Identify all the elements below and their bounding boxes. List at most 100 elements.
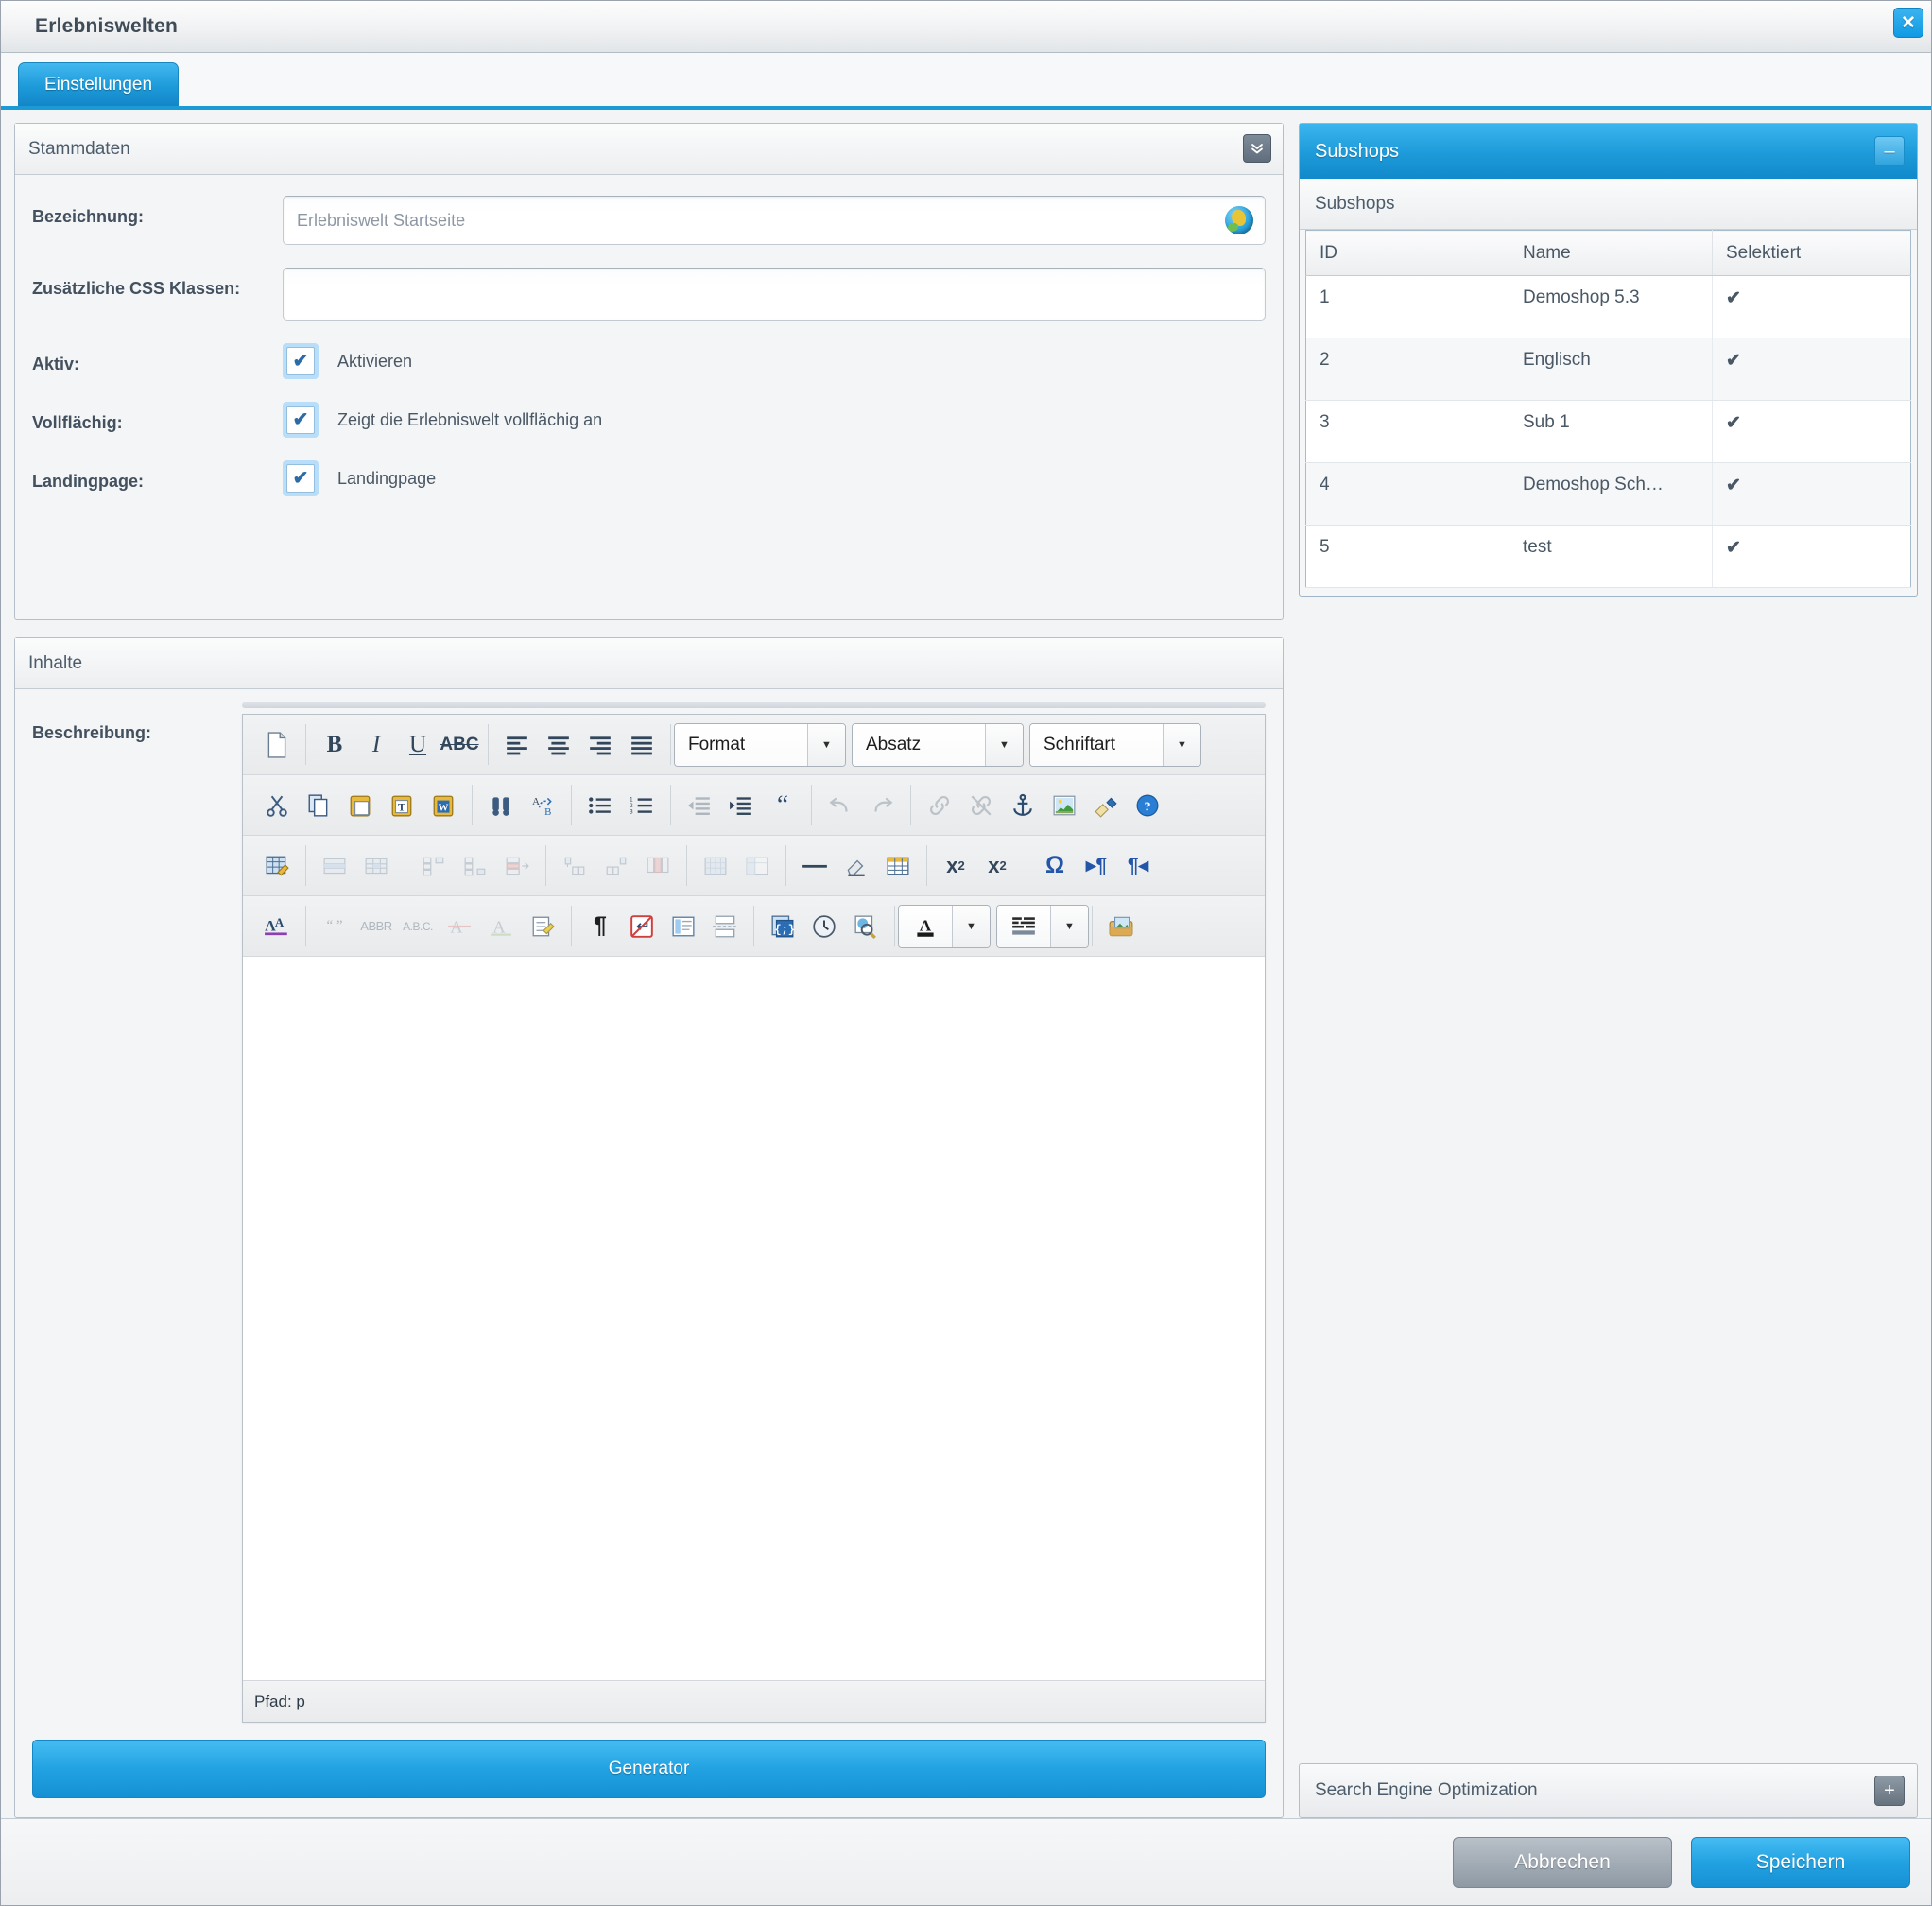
preview-icon[interactable] xyxy=(846,907,886,946)
horizontal-rule-icon[interactable] xyxy=(795,846,835,886)
image-icon[interactable] xyxy=(1044,786,1084,825)
tab-einstellungen[interactable]: Einstellungen xyxy=(18,62,179,106)
schriftart-select[interactable]: Schriftart ▼ xyxy=(1029,722,1201,767)
editor-resize-handle[interactable] xyxy=(242,702,1266,708)
attributes-icon[interactable] xyxy=(523,907,562,946)
indent-icon[interactable] xyxy=(721,786,761,825)
delete-text-icon[interactable]: A xyxy=(440,907,479,946)
bezeichnung-input[interactable]: Erlebniswelt Startseite xyxy=(283,196,1266,245)
generator-button[interactable]: Generator xyxy=(32,1740,1266,1798)
css-klassen-input[interactable] xyxy=(283,268,1266,321)
insert-text-icon[interactable]: A xyxy=(481,907,521,946)
unlink-icon[interactable] xyxy=(961,786,1001,825)
cleanup-icon[interactable] xyxy=(1086,786,1126,825)
chevron-down-icon[interactable]: ▼ xyxy=(1163,723,1200,766)
absatz-select[interactable]: Absatz ▼ xyxy=(852,722,1024,767)
source-code-icon[interactable]: {;} xyxy=(763,907,802,946)
redo-icon[interactable] xyxy=(862,786,902,825)
visual-aid-icon[interactable] xyxy=(664,907,703,946)
table-row[interactable]: 5 test ✔ xyxy=(1305,525,1911,588)
paste-from-word-icon[interactable]: W xyxy=(423,786,463,825)
vollflaechig-checkbox[interactable]: ✔ xyxy=(283,402,319,438)
seo-panel[interactable]: Search Engine Optimization + xyxy=(1299,1763,1918,1818)
rtl-icon[interactable]: ¶◂ xyxy=(1118,846,1158,886)
column-header-id[interactable]: ID xyxy=(1305,230,1509,276)
minus-icon[interactable]: – xyxy=(1874,136,1905,166)
landingpage-checkbox[interactable]: ✔ xyxy=(283,460,319,496)
italic-icon[interactable]: I xyxy=(356,725,396,765)
save-button[interactable]: Speichern xyxy=(1691,1836,1910,1888)
remove-format-icon[interactable] xyxy=(837,846,876,886)
citation-icon[interactable]: “ ” xyxy=(315,907,354,946)
bullet-list-icon[interactable] xyxy=(580,786,620,825)
insert-row-after-icon[interactable] xyxy=(456,846,495,886)
align-right-icon[interactable] xyxy=(580,725,620,765)
underline-icon[interactable]: U xyxy=(398,725,438,765)
insert-time-icon[interactable] xyxy=(804,907,844,946)
page-break-icon[interactable] xyxy=(705,907,745,946)
chevron-down-icon[interactable]: ▼ xyxy=(985,723,1023,766)
merge-cells-icon[interactable] xyxy=(737,846,777,886)
outdent-icon[interactable] xyxy=(680,786,719,825)
toggle-linebreak-icon[interactable] xyxy=(622,907,662,946)
text-color-icon[interactable]: A xyxy=(899,905,952,947)
format-select[interactable]: Format ▼ xyxy=(674,722,846,767)
cancel-button[interactable]: Abbrechen xyxy=(1453,1836,1672,1888)
split-cells-icon[interactable] xyxy=(696,846,735,886)
table-row[interactable]: 4 Demoshop Sch… ✔ xyxy=(1305,462,1911,526)
acronym-icon[interactable]: A.B.C. xyxy=(398,907,438,946)
double-chevron-down-icon[interactable] xyxy=(1243,134,1271,163)
new-document-icon[interactable] xyxy=(257,725,297,765)
special-character-icon[interactable]: Ω xyxy=(1035,846,1075,886)
table-row[interactable]: 3 Sub 1 ✔ xyxy=(1305,400,1911,463)
blockquote-icon[interactable]: “ xyxy=(763,786,802,825)
insert-column-after-icon[interactable] xyxy=(596,846,636,886)
aktiv-checkbox[interactable]: ✔ xyxy=(283,343,319,379)
paste-icon[interactable] xyxy=(340,786,380,825)
table-row[interactable]: 2 Englisch ✔ xyxy=(1305,338,1911,401)
align-center-icon[interactable] xyxy=(539,725,578,765)
abbreviation-icon[interactable]: ABBR xyxy=(356,907,396,946)
chevron-down-icon[interactable]: ▼ xyxy=(952,905,990,947)
link-icon[interactable] xyxy=(920,786,959,825)
chevron-down-icon[interactable]: ▼ xyxy=(1050,905,1088,947)
text-color-picker[interactable]: A ▼ xyxy=(898,904,991,948)
table-edit-icon[interactable] xyxy=(257,846,297,886)
bold-icon[interactable]: B xyxy=(315,725,354,765)
ltr-icon[interactable]: ▸¶ xyxy=(1077,846,1116,886)
find-icon[interactable] xyxy=(481,786,521,825)
help-icon[interactable]: ? xyxy=(1128,786,1167,825)
background-color-icon[interactable] xyxy=(997,905,1050,947)
superscript-icon[interactable]: x2 xyxy=(977,846,1017,886)
subscript-icon[interactable]: x2 xyxy=(936,846,975,886)
insert-row-before-icon[interactable] xyxy=(414,846,454,886)
close-icon[interactable]: ✕ xyxy=(1893,8,1923,38)
insert-column-before-icon[interactable] xyxy=(555,846,595,886)
row-properties-icon[interactable] xyxy=(315,846,354,886)
media-manager-icon[interactable] xyxy=(1101,907,1141,946)
table-row[interactable]: 1 Demoshop 5.3 ✔ xyxy=(1305,275,1911,338)
column-header-selektiert[interactable]: Selektiert xyxy=(1712,230,1911,276)
anchor-icon[interactable] xyxy=(1003,786,1043,825)
insert-table-icon[interactable] xyxy=(878,846,918,886)
cut-icon[interactable] xyxy=(257,786,297,825)
show-blocks-icon[interactable]: ¶ xyxy=(580,907,620,946)
styles-icon[interactable]: AA xyxy=(257,907,297,946)
replace-icon[interactable]: AB xyxy=(523,786,562,825)
plus-icon[interactable]: + xyxy=(1874,1776,1905,1806)
copy-icon[interactable] xyxy=(299,786,338,825)
globe-icon[interactable] xyxy=(1225,206,1253,234)
background-color-picker[interactable]: ▼ xyxy=(996,904,1089,948)
paste-as-text-icon[interactable]: T xyxy=(382,786,422,825)
undo-icon[interactable] xyxy=(820,786,860,825)
delete-column-icon[interactable] xyxy=(638,846,678,886)
chevron-down-icon[interactable]: ▼ xyxy=(807,723,845,766)
numbered-list-icon[interactable]: 123 xyxy=(622,786,662,825)
align-left-icon[interactable] xyxy=(497,725,537,765)
strikethrough-icon[interactable]: ABC xyxy=(440,725,479,765)
delete-row-icon[interactable] xyxy=(497,846,537,886)
column-header-name[interactable]: Name xyxy=(1509,230,1713,276)
cell-properties-icon[interactable] xyxy=(356,846,396,886)
editor-content-area[interactable] xyxy=(243,957,1265,1680)
align-justify-icon[interactable] xyxy=(622,725,662,765)
